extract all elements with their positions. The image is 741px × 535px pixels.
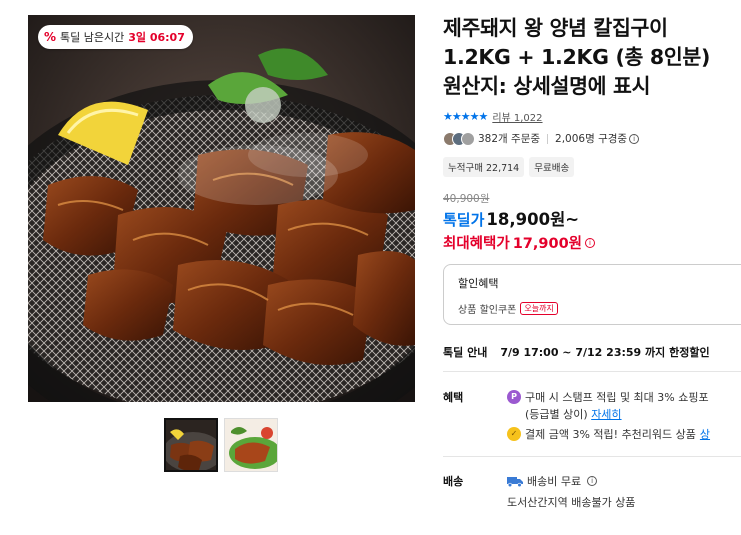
product-title: 제주돼지 왕 양념 칼집구이 1.2KG + 1.2KG (총 8인분) 원산지…	[443, 14, 741, 101]
buyers-row: 382개 주문중 2,006명 구경중 i	[443, 131, 640, 146]
info-icon[interactable]: i	[587, 476, 598, 486]
deal-timer-badge: % 톡딜 남은시간 3일 06:07	[38, 25, 193, 49]
percent-icon: %	[44, 30, 57, 44]
product-main-image[interactable]: % 톡딜 남은시간 3일 06:07	[28, 15, 415, 402]
point-coin-icon: P	[507, 390, 521, 404]
section-divider	[443, 456, 741, 457]
timer-countdown: 3일 06:07	[128, 31, 185, 44]
product-tags: 누적구매 22,714 무료배송	[443, 157, 575, 177]
original-price: 40,900원	[443, 193, 490, 205]
product-title-line2: 1.2KG + 1.2KG (총 8인분)	[443, 45, 711, 69]
coupon-today-badge: 오늘까지	[520, 302, 558, 315]
benefit-reward-row: ✓ 결제 금액 3% 적립! 추천리워드 상품 상	[507, 426, 741, 442]
viewers-count: 2,006명 구경중	[555, 133, 628, 145]
thumb-pork-image	[166, 420, 216, 470]
max-benefit-price: 17,900원	[512, 236, 582, 252]
section-divider	[443, 371, 741, 372]
tag-free-shipping: 무료배송	[529, 157, 575, 177]
benefit-grade-note: (등급별 상이)	[525, 408, 588, 421]
discount-benefit-box[interactable]: 할인혜택 상품 할인쿠폰 오늘까지	[443, 264, 741, 325]
product-title-line3: 원산지: 상세설명에 표시	[443, 74, 651, 98]
tag-cumulative-purchases: 누적구매 22,714	[443, 157, 525, 177]
benefit-label: 혜택	[443, 391, 464, 404]
benefit-stamp-line2: (등급별 상이) 자세히	[525, 406, 709, 423]
avatar	[461, 131, 475, 146]
grilled-pork-photo	[28, 15, 415, 402]
max-benefit-label: 최대혜택가	[443, 236, 510, 252]
truck-icon	[507, 476, 523, 487]
deal-price-row: 톡딜가 18,900원~	[443, 206, 579, 230]
orders-count: 382개 주문중	[478, 133, 541, 145]
star-rating-icon: ★★★★★	[443, 110, 488, 123]
deal-price-value: 18,900원~	[486, 210, 580, 229]
thumbnail-list	[164, 418, 278, 472]
shipping-fee-row: 배송비 무료 i	[507, 473, 598, 489]
discount-title: 할인혜택	[458, 277, 499, 290]
deal-price-label: 톡딜가	[443, 211, 485, 229]
product-title-line1: 제주돼지 왕 양념 칼집구이	[443, 16, 668, 40]
rating-row: ★★★★★ 리뷰 1,022	[443, 109, 543, 124]
benefit-reward-text: 결제 금액 3% 적립! 추천리워드 상품	[525, 428, 696, 441]
shipping-fee-text: 배송비 무료	[527, 475, 582, 488]
benefit-reward-link[interactable]: 상	[700, 426, 710, 442]
benefit-details-link[interactable]: 자세히	[591, 408, 621, 421]
review-count-link[interactable]: 리뷰 1,022	[492, 109, 542, 124]
coupon-label: 상품 할인쿠폰	[458, 305, 517, 316]
thumb-grilled-pork[interactable]	[164, 418, 218, 472]
thumb-lettuce-wrap[interactable]	[224, 418, 278, 472]
benefit-stamp-line1: 구매 시 스탬프 적립 및 최대 3% 쇼핑포	[525, 391, 709, 404]
benefit-stamp-text: 구매 시 스탬프 적립 및 최대 3% 쇼핑포 (등급별 상이) 자세히	[525, 389, 709, 423]
timer-label: 톡딜 남은시간	[60, 31, 125, 44]
product-info-panel: 제주돼지 왕 양념 칼집구이 1.2KG + 1.2KG (총 8인분) 원산지…	[443, 0, 741, 535]
benefit-stamp-row: P 구매 시 스탬프 적립 및 최대 3% 쇼핑포 (등급별 상이) 자세히	[507, 389, 741, 423]
info-icon[interactable]: i	[629, 133, 640, 144]
max-benefit-row: 최대혜택가 17,900원 i	[443, 232, 595, 253]
shipping-label: 배송	[443, 475, 464, 488]
coupon-row: 상품 할인쿠폰 오늘까지	[458, 301, 738, 316]
divider	[547, 133, 549, 144]
shipping-note: 도서산간지역 배송불가 상품	[507, 496, 636, 509]
deal-guide-label: 톡딜 안내	[443, 346, 488, 359]
deal-guide-row: 톡딜 안내 7/9 17:00 ~ 7/12 23:59 까지 한정할인	[443, 344, 710, 360]
thumb-lettuce-image	[225, 419, 277, 471]
buyer-avatars	[443, 131, 475, 146]
reward-coin-icon: ✓	[507, 427, 521, 441]
info-icon[interactable]: i	[585, 237, 595, 248]
deal-guide-period: 7/9 17:00 ~ 7/12 23:59 까지 한정할인	[500, 346, 710, 359]
